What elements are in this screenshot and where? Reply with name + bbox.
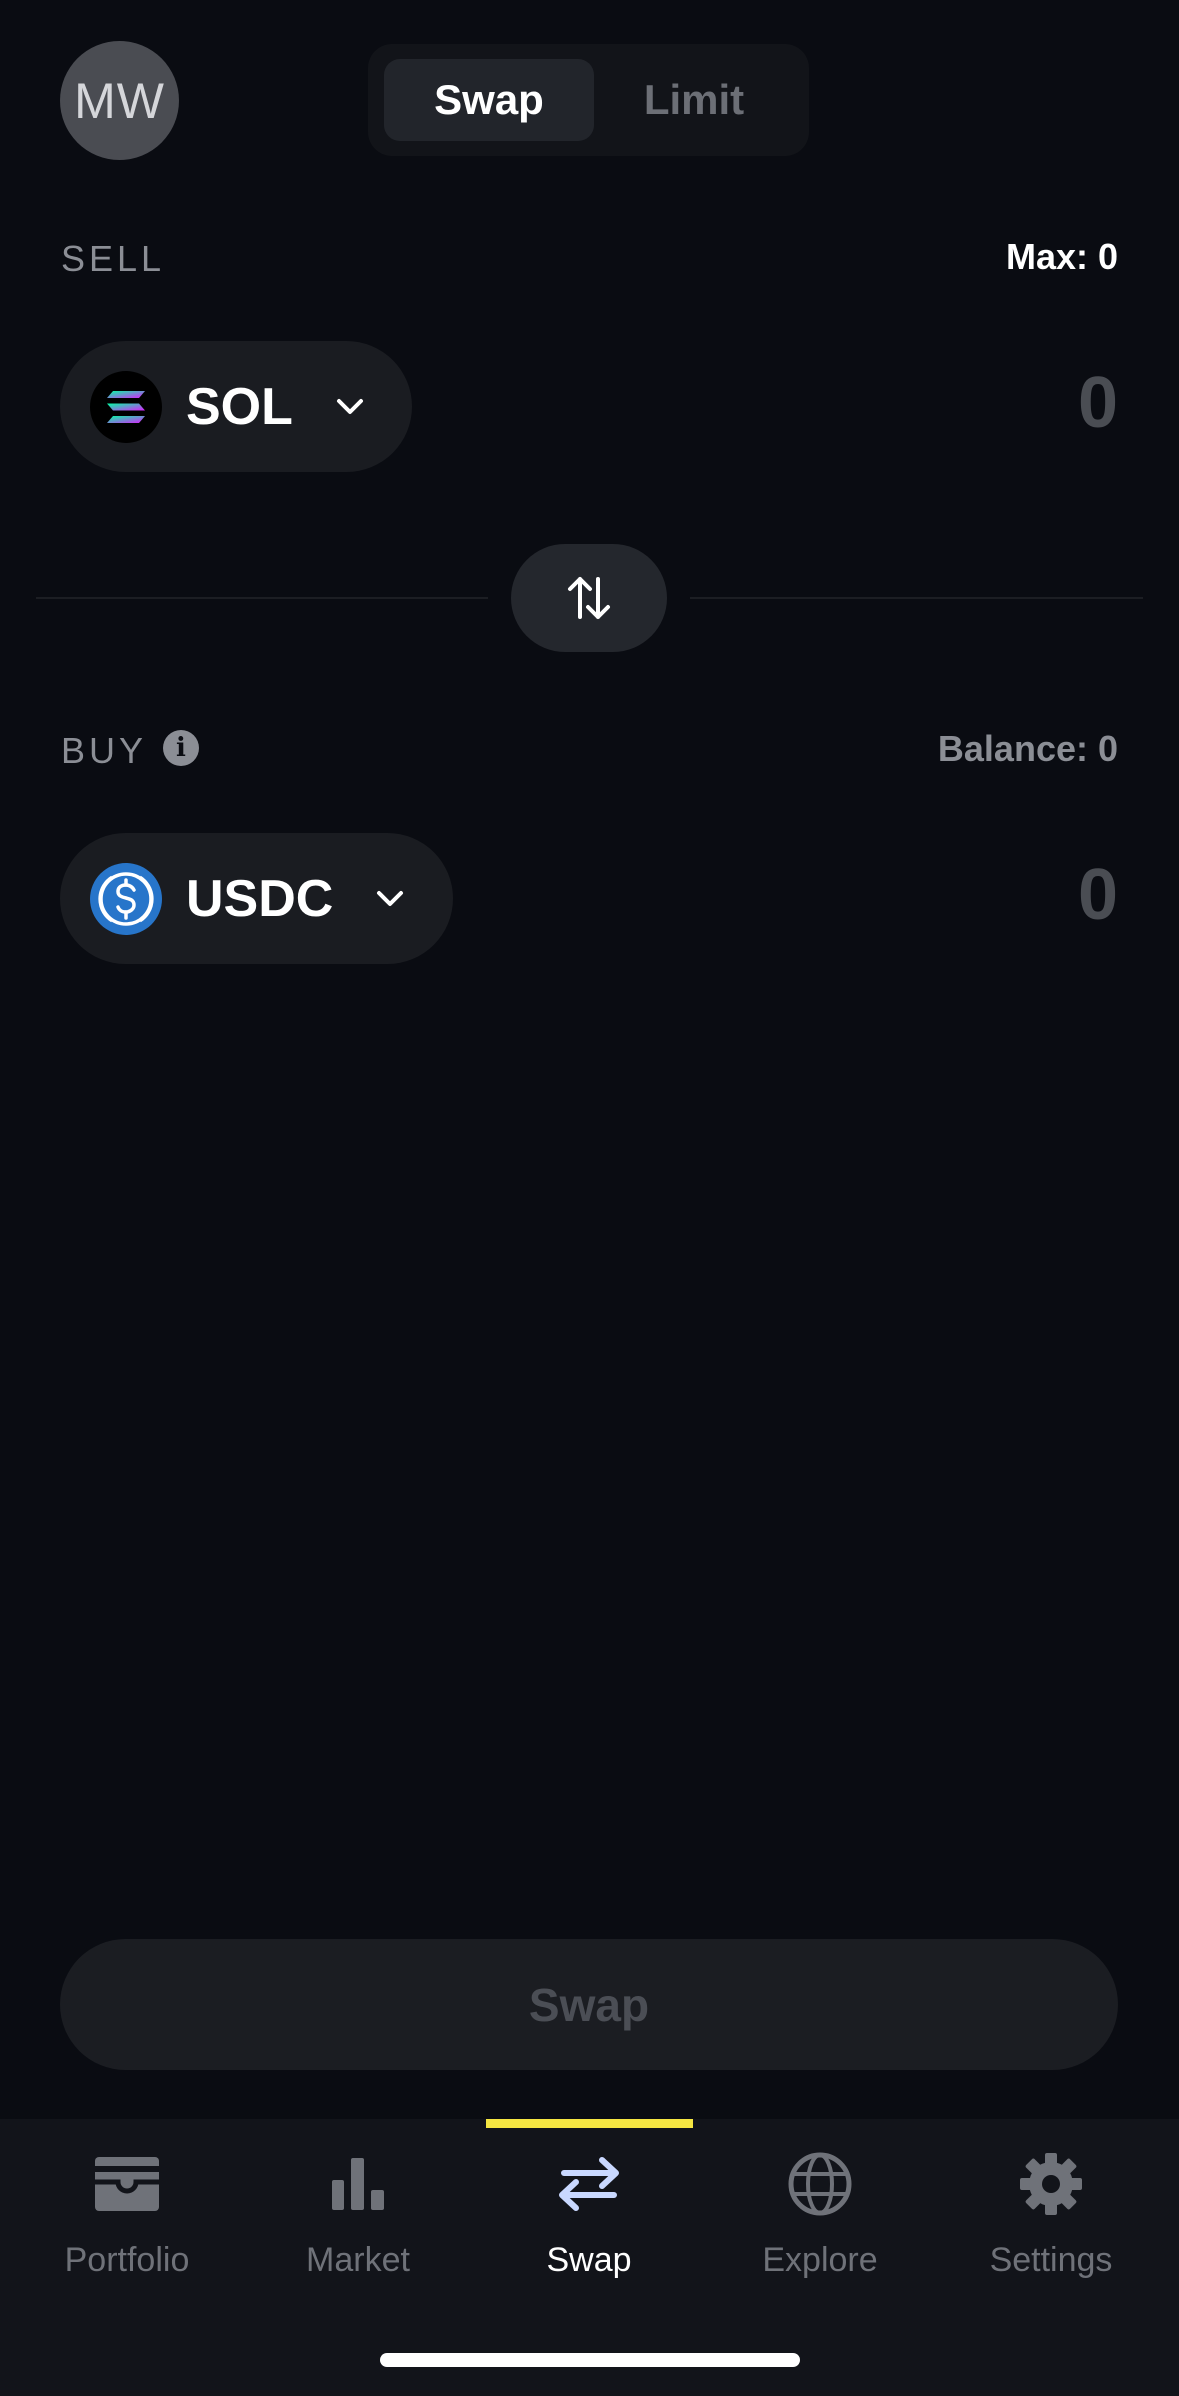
active-tab-indicator: [486, 2119, 693, 2128]
avatar[interactable]: MW: [60, 41, 179, 160]
sell-amount-input[interactable]: 0: [1078, 362, 1118, 444]
nav-label-portfolio: Portfolio: [64, 2241, 190, 2279]
chevron-down-icon: [336, 398, 363, 414]
nav-item-swap[interactable]: Swap: [474, 2149, 704, 2289]
max-button[interactable]: Max: 0: [1006, 236, 1118, 278]
wallet-icon: [92, 2149, 162, 2219]
bar-chart-icon: [323, 2149, 393, 2219]
swap-direction-icon: [568, 577, 610, 619]
buy-token-selector[interactable]: USDC: [60, 833, 453, 964]
globe-icon: [785, 2149, 855, 2219]
divider-left: [36, 597, 488, 599]
nav-item-explore[interactable]: Explore: [705, 2149, 935, 2289]
order-type-toggle: Swap Limit: [368, 44, 809, 156]
nav-item-settings[interactable]: Settings: [936, 2149, 1166, 2289]
chevron-down-icon: [377, 890, 404, 906]
buy-token-name: USDC: [186, 869, 334, 928]
nav-label-market: Market: [306, 2241, 410, 2279]
divider-right: [690, 597, 1143, 599]
solana-icon: [90, 370, 162, 443]
buy-label: BUY: [61, 730, 148, 771]
swap-submit-button[interactable]: Swap: [60, 1939, 1118, 2070]
sell-token-name: SOL: [186, 377, 293, 436]
tab-limit[interactable]: Limit: [594, 59, 794, 141]
nav-label-explore: Explore: [762, 2241, 878, 2279]
sell-label: SELL: [61, 238, 166, 279]
nav-item-portfolio[interactable]: Portfolio: [12, 2149, 242, 2289]
info-icon[interactable]: i: [163, 730, 199, 766]
nav-label-swap: Swap: [546, 2241, 632, 2279]
nav-item-market[interactable]: Market: [243, 2149, 473, 2289]
switch-tokens-button[interactable]: [511, 544, 667, 652]
buy-amount-output[interactable]: 0: [1078, 854, 1118, 936]
balance-text: Balance: 0: [937, 728, 1118, 769]
swap-arrows-icon: [554, 2149, 624, 2219]
tab-swap[interactable]: Swap: [384, 59, 594, 141]
home-indicator[interactable]: [380, 2353, 800, 2367]
gear-icon: [1016, 2149, 1086, 2219]
usdc-icon: [90, 862, 162, 935]
nav-label-settings: Settings: [989, 2241, 1113, 2279]
sell-token-selector[interactable]: SOL: [60, 341, 412, 472]
